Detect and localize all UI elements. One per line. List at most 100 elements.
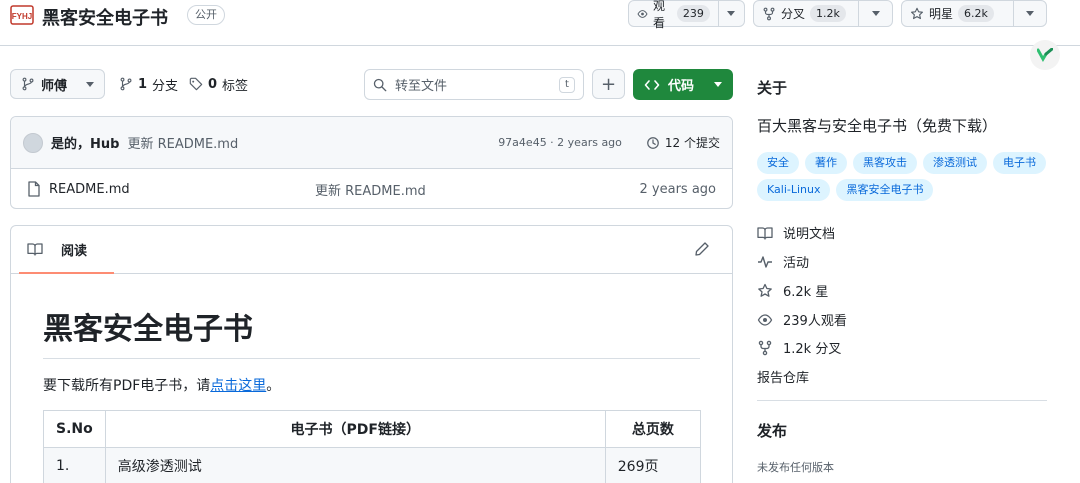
- table-cell-link[interactable]: 高级渗透测试: [104, 447, 606, 483]
- sidebar-item-label: 活动: [783, 256, 810, 271]
- watch-label: 观看: [652, 0, 665, 30]
- fork-dropdown[interactable]: [859, 1, 892, 26]
- sidebar-item-label: 6.2k 星: [783, 285, 829, 300]
- commit-count-label: 12 个提交: [664, 136, 720, 150]
- file-row[interactable]: README.md 更新 README.md 2 years ago: [11, 169, 732, 208]
- latest-commit-bar: 是的，Hub 更新 README.md 97a4e45 · 2 years ag…: [11, 117, 732, 169]
- branches-label: 分支: [152, 78, 179, 94]
- commit-history-link[interactable]: 12 个提交: [646, 134, 720, 151]
- sidebar-item-label: 1.2k 分叉: [783, 342, 842, 357]
- topic-tag[interactable]: 渗透测试: [923, 152, 987, 174]
- search-shortcut-key: t: [559, 76, 575, 93]
- topic-tag[interactable]: 电子书: [993, 152, 1046, 174]
- releases-title[interactable]: 发布: [757, 420, 787, 441]
- go-to-file-search[interactable]: 转至文件 t: [364, 69, 584, 100]
- check-logo-icon: [1037, 48, 1053, 62]
- watch-dropdown[interactable]: [719, 1, 744, 26]
- star-dropdown[interactable]: [1014, 1, 1046, 26]
- releases-empty-text: 未发布任何版本: [757, 461, 834, 474]
- chevron-down-icon: [714, 82, 722, 87]
- star-icon: [911, 7, 923, 19]
- fork-main[interactable]: 分叉 1.2k: [754, 1, 859, 26]
- tab-readme[interactable]: 阅读: [19, 226, 114, 274]
- visibility-badge: 公开: [187, 5, 225, 25]
- table-header-row: S.No 电子书（PDF链接） 总页数: [43, 410, 702, 448]
- chevron-down-icon: [871, 11, 880, 16]
- sidebar-item-label: 239人观看: [783, 314, 847, 329]
- table-cell: 269页: [604, 447, 702, 483]
- topic-tag[interactable]: 安全: [757, 152, 799, 174]
- file-commit-message[interactable]: 更新 README.md: [315, 180, 426, 199]
- site-logo[interactable]: FYHJ: [10, 4, 34, 26]
- sidebar-item-stars[interactable]: 6.2k 星: [757, 281, 828, 300]
- file-browser: 是的，Hub 更新 README.md 97a4e45 · 2 years ag…: [10, 116, 733, 209]
- readme-panel: 阅读 黑客安全电子书 要下载所有PDF电子书，请点击这里。 S.No 电子书（P…: [10, 225, 733, 483]
- branches-count: 1: [138, 76, 148, 92]
- table-header: 总页数: [604, 410, 702, 448]
- pulse-icon: [758, 255, 772, 268]
- history-icon: [647, 136, 659, 149]
- sidebar-item-watchers[interactable]: 239人观看: [757, 310, 847, 329]
- code-icon: [644, 79, 660, 90]
- fork-icon: [763, 7, 775, 20]
- commit-author[interactable]: 是的，Hub: [51, 133, 119, 152]
- file-icon: [28, 181, 40, 197]
- file-date: 2 years ago: [639, 181, 716, 197]
- sidebar-item-activity[interactable]: 活动: [757, 252, 809, 271]
- add-file-button[interactable]: +: [592, 69, 625, 99]
- extension-badge[interactable]: [1030, 40, 1060, 70]
- repo-title[interactable]: 黑客安全电子书: [42, 4, 168, 30]
- book-icon: [757, 226, 773, 240]
- readme-heading: 黑客安全电子书: [43, 304, 700, 359]
- star-button[interactable]: 明星 6.2k: [901, 0, 1047, 27]
- topic-tag[interactable]: 著作: [805, 152, 847, 174]
- pencil-icon[interactable]: [694, 241, 710, 257]
- tab-readme-label: 阅读: [61, 243, 88, 259]
- branch-name: 师傅: [41, 78, 68, 94]
- chevron-down-icon: [1026, 11, 1034, 16]
- table-row: 1. 高级渗透测试 269页: [43, 447, 702, 483]
- star-main[interactable]: 明星 6.2k: [902, 1, 1014, 26]
- branch-select[interactable]: 师傅: [10, 69, 105, 99]
- readme-tab-bar: 阅读: [11, 226, 732, 274]
- download-link[interactable]: 点击这里: [210, 378, 266, 394]
- watch-button[interactable]: 观看 239: [628, 0, 745, 30]
- chevron-down-icon: [86, 81, 94, 87]
- repo-header: FYHJ 黑客安全电子书 公开 观看 239 分叉 1.2k 明星 6.2k: [0, 0, 1080, 46]
- commit-meta[interactable]: 97a4e45 · 2 years ago: [498, 136, 622, 149]
- star-count: 6.2k: [958, 5, 994, 22]
- tags-count: 0: [208, 76, 218, 92]
- ebook-table: S.No 电子书（PDF链接） 总页数 1. 高级渗透测试 269页: [43, 410, 702, 483]
- watch-main[interactable]: 观看 239: [629, 0, 719, 30]
- logo-text: FYHJ: [12, 12, 32, 21]
- sidebar-item-forks[interactable]: 1.2k 分叉: [757, 338, 841, 357]
- star-label: 明星: [929, 7, 954, 21]
- watch-count: 239: [676, 5, 710, 22]
- sidebar-divider: [757, 400, 1047, 401]
- topic-tag[interactable]: 黑客安全电子书: [836, 179, 934, 201]
- file-name[interactable]: README.md: [49, 182, 130, 197]
- topic-tag[interactable]: Kali-Linux: [757, 179, 831, 201]
- readme-para-prefix: 要下载所有PDF电子书，请: [43, 378, 211, 394]
- topic-tag[interactable]: 黑客攻击: [853, 152, 917, 174]
- eye-icon: [637, 9, 648, 18]
- readme-paragraph: 要下载所有PDF电子书，请点击这里。: [43, 375, 700, 395]
- tags-link[interactable]: 0 标签: [189, 69, 248, 99]
- commit-message[interactable]: 更新 README.md: [127, 133, 238, 152]
- branch-icon: [22, 77, 34, 91]
- table-header: S.No: [43, 410, 106, 448]
- fork-button[interactable]: 分叉 1.2k: [753, 0, 893, 27]
- table-cell: 1.: [43, 447, 106, 483]
- search-placeholder: 转至文件: [395, 79, 448, 94]
- branches-link[interactable]: 1 分支: [119, 69, 178, 99]
- sidebar-item-label: 说明文档: [783, 227, 836, 242]
- tags-label: 标签: [222, 78, 249, 94]
- search-icon: [373, 78, 387, 91]
- report-repository-link[interactable]: 报告仓库: [757, 367, 809, 386]
- avatar[interactable]: [23, 132, 43, 153]
- topic-list: 安全 著作 黑客攻击 渗透测试 电子书 Kali-Linux 黑客安全电子书: [757, 152, 1047, 201]
- code-button[interactable]: 代码: [633, 69, 733, 100]
- readme-content: 黑客安全电子书 要下载所有PDF电子书，请点击这里。 S.No 电子书（PDF链…: [11, 304, 732, 483]
- sidebar-item-readme[interactable]: 说明文档: [757, 223, 835, 242]
- code-label: 代码: [668, 79, 695, 94]
